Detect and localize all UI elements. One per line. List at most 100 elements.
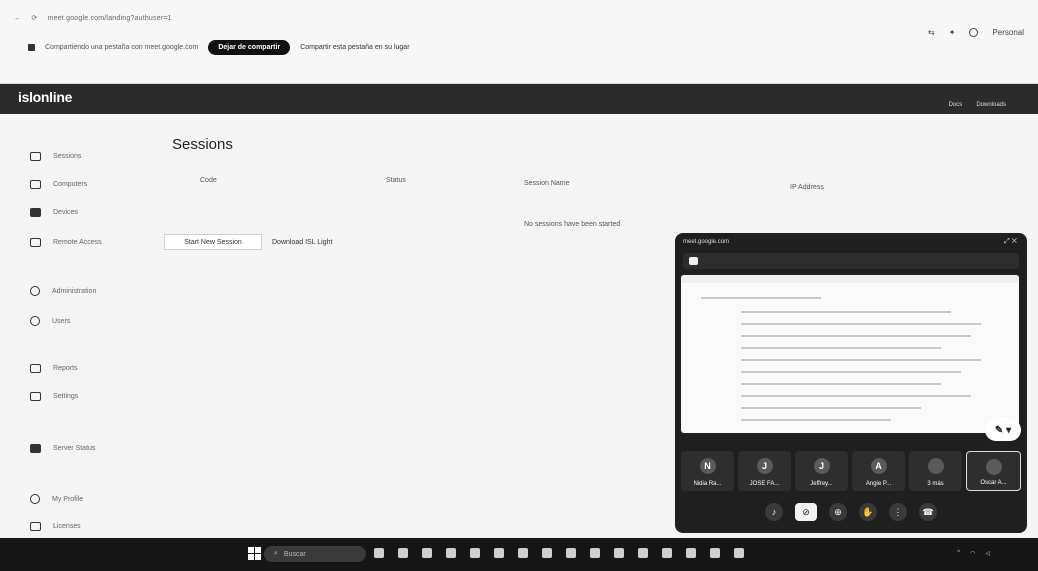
more-participants-tile[interactable]: 3 más — [909, 451, 962, 491]
preview-line — [741, 383, 941, 385]
app-icon[interactable] — [470, 548, 480, 558]
sidebar-item-administration[interactable]: Administration — [30, 286, 96, 296]
sidebar-item-label: Administration — [52, 287, 97, 295]
preview-line — [741, 311, 951, 313]
meet-picture-in-picture[interactable]: meet.google.com ⤢ ✕ ✎ ▾ N Nidia Ra... J … — [675, 233, 1027, 533]
app-icon[interactable] — [422, 548, 432, 558]
volume-icon[interactable]: ◁ — [985, 550, 990, 557]
app-icon[interactable] — [686, 548, 696, 558]
sidebar-item-users[interactable]: Users — [30, 316, 70, 326]
close-icon[interactable]: ⤢ ✕ — [1004, 238, 1017, 246]
app-header: islonline Docs Downloads — [0, 84, 1038, 114]
raise-hand-icon[interactable]: ✋ — [859, 503, 877, 521]
app-icon[interactable] — [590, 548, 600, 558]
participant-name: Nidia Ra... — [693, 481, 722, 487]
app-icon[interactable] — [662, 548, 672, 558]
edit-fab-button[interactable]: ✎ ▾ — [985, 419, 1021, 441]
app-icon[interactable] — [494, 548, 504, 558]
sidebar-item-label: Reports — [53, 365, 78, 372]
participant-name: JOSE FA... — [749, 481, 780, 487]
taskbar-search[interactable]: ⌕ Buscar — [264, 546, 366, 562]
meet-title-bar — [683, 253, 1019, 269]
app-icon[interactable] — [566, 548, 576, 558]
camera-off-icon[interactable]: ⊘ — [795, 503, 817, 521]
participant-tile[interactable]: J JOSE FA... — [738, 451, 791, 491]
search-label: Buscar — [283, 550, 306, 558]
sidebar-item-server-status[interactable]: Server Status — [30, 444, 95, 453]
sidebar-item-licenses[interactable]: Licenses — [30, 522, 81, 531]
app-icon[interactable] — [542, 548, 552, 558]
participant-tile[interactable]: J Jeffrey... — [795, 451, 848, 491]
app-logo[interactable]: islonline — [18, 89, 72, 105]
windows-start-icon[interactable] — [248, 547, 261, 560]
stop-sharing-button[interactable]: Dejar de compartir — [208, 40, 291, 55]
app-icon[interactable] — [374, 548, 384, 558]
start-new-session-button[interactable]: Start New Session — [164, 234, 262, 250]
url-text[interactable]: meet.google.com/landing?authuser=1 — [48, 15, 172, 22]
participant-name: Jeffrey... — [810, 481, 833, 487]
profile-label[interactable]: Personal — [992, 28, 1024, 37]
participant-tile-self[interactable]: Oscar A... — [966, 451, 1021, 491]
presentation-icon — [689, 257, 698, 265]
share-bar: Compartiendo una pestaña con meet.google… — [28, 40, 410, 55]
participant-tile[interactable]: N Nidia Ra... — [681, 451, 734, 491]
header-links: Docs Downloads — [949, 102, 1020, 108]
sidebar-item-label: Sessions — [53, 153, 82, 160]
app-icon[interactable] — [398, 548, 408, 558]
preview-line — [701, 297, 821, 299]
meet-controls: ♪ ⊘ ⊕ ✋ ⋮ ☎ — [675, 503, 1027, 521]
browser-chrome: ← ⟳ meet.google.com/landing?authuser=1 C… — [0, 0, 1038, 84]
refresh-icon[interactable]: ⟳ — [31, 15, 37, 22]
avatar: J — [756, 458, 773, 474]
header-link-downloads[interactable]: Downloads — [976, 102, 1006, 108]
app-icon[interactable] — [734, 548, 744, 558]
column-header-status[interactable]: Status — [386, 177, 406, 184]
app-icon[interactable] — [638, 548, 648, 558]
leave-call-icon[interactable]: ☎ — [919, 503, 937, 521]
column-header-ip-address[interactable]: IP Address — [790, 184, 824, 191]
app-icon[interactable] — [614, 548, 624, 558]
sidebar-item-sessions[interactable]: Sessions — [30, 152, 81, 161]
sidebar-item-settings[interactable]: Settings — [30, 392, 78, 401]
screen-icon — [30, 152, 41, 161]
address-bar[interactable]: ← ⟳ meet.google.com/landing?authuser=1 — [14, 14, 180, 22]
app-icon[interactable] — [710, 548, 720, 558]
share-this-tab-button[interactable]: Compartir esta pestaña en su lugar — [300, 44, 409, 51]
chart-icon — [30, 392, 41, 401]
column-header-session-name[interactable]: Session Name — [524, 180, 570, 187]
participant-name: Angie P... — [865, 481, 892, 487]
back-icon[interactable]: ← — [14, 15, 21, 22]
sidebar-item-computers[interactable]: Computers — [30, 180, 87, 189]
chevron-up-icon[interactable]: ^ — [957, 550, 960, 557]
cast-icon[interactable]: ⇆ — [928, 28, 935, 37]
participant-tile[interactable]: A Angie P... — [852, 451, 905, 491]
app-icon[interactable] — [446, 548, 456, 558]
present-icon[interactable]: ⊕ — [829, 503, 847, 521]
share-text: Compartiendo una pestaña con meet.google… — [45, 44, 199, 51]
participant-name: Oscar A... — [980, 480, 1007, 486]
app-icon[interactable] — [518, 548, 528, 558]
avatar: J — [813, 458, 830, 474]
sidebar-item-devices[interactable]: Devices — [30, 208, 78, 217]
avatar: N — [699, 458, 716, 474]
sidebar-item-label: Users — [52, 317, 71, 325]
shared-screen-preview — [681, 275, 1019, 433]
header-link-docs[interactable]: Docs — [949, 102, 963, 108]
extension-icon[interactable]: ✦ — [949, 28, 956, 37]
avatar: A — [870, 458, 887, 474]
profile-icon[interactable] — [969, 28, 979, 37]
sidebar-item-reports[interactable]: Reports — [30, 364, 78, 373]
download-isl-light-link[interactable]: Download ISL Light — [272, 239, 332, 246]
profile-icon — [30, 494, 40, 504]
preview-line — [741, 347, 941, 349]
server-icon — [30, 444, 41, 453]
more-options-icon[interactable]: ⋮ — [889, 503, 907, 521]
browser-toolbar-right: ⇆ ✦ Personal — [928, 28, 1024, 37]
sidebar-item-remote-access[interactable]: Remote Access — [30, 238, 102, 247]
sidebar-item-my-profile[interactable]: My Profile — [30, 494, 83, 504]
search-icon: ⌕ — [274, 550, 278, 557]
column-header-code[interactable]: Code — [200, 177, 217, 184]
share-icon — [28, 44, 35, 51]
microphone-icon[interactable]: ♪ — [765, 503, 783, 521]
wifi-icon[interactable]: ◠ — [970, 550, 975, 557]
